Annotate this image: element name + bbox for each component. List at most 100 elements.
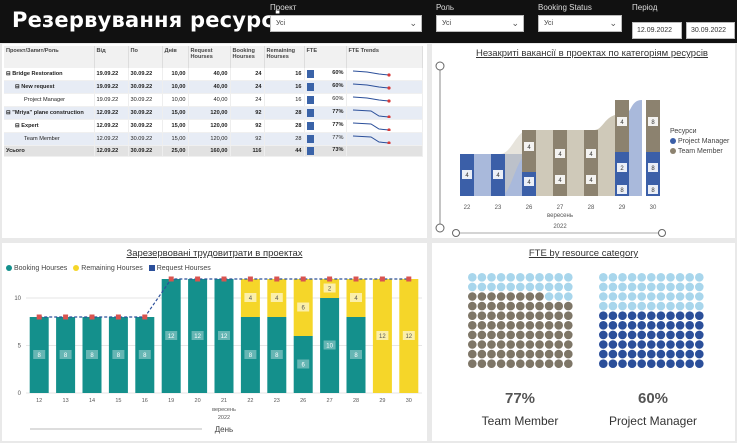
waffle-dot — [564, 273, 573, 282]
period-start-input[interactable]: 12.09.2022 — [632, 22, 682, 39]
waffle-dot — [525, 301, 535, 311]
request-marker[interactable] — [36, 314, 42, 320]
cell-to: 30.09.22 — [128, 145, 163, 158]
fte-value: 77% — [332, 135, 344, 141]
request-marker[interactable] — [274, 276, 280, 282]
waffle-dot — [506, 311, 515, 320]
col-header-fte[interactable]: FTE — [304, 46, 347, 68]
cell-fte-trend — [346, 132, 423, 146]
status-slicer: Booking Status Усі ⌄ — [538, 3, 622, 32]
period-end-input[interactable]: 30.09.2022 — [686, 22, 735, 39]
table-row[interactable]: ⊟ New request 19.09.22 30.09.22 10,00 40,00 2… — [4, 80, 423, 94]
request-marker[interactable] — [379, 276, 385, 282]
col-header-to[interactable]: По — [128, 46, 163, 68]
role-dropdown[interactable]: Усі ⌄ — [436, 15, 524, 32]
waffle-dot — [627, 349, 637, 359]
fte-bar-icon — [306, 109, 314, 117]
waffle-dot — [564, 301, 573, 311]
request-marker[interactable] — [63, 314, 69, 320]
cell-to: 30.09.22 — [128, 132, 163, 146]
request-marker[interactable] — [89, 314, 95, 320]
waffle-dot — [468, 340, 477, 349]
request-marker[interactable] — [353, 276, 359, 282]
waffle-dot — [627, 311, 637, 320]
waffle-dot — [666, 301, 675, 311]
waffle-dot — [608, 273, 618, 282]
cell-to: 30.09.22 — [128, 68, 163, 81]
waffle-dot — [506, 292, 515, 301]
status-dropdown[interactable]: Усі ⌄ — [538, 15, 622, 32]
booking-data-label: 12 — [168, 334, 175, 340]
header-bar: Резервування ресурсів Проект Усі ⌄ Роль … — [0, 0, 737, 43]
waffle-dot — [627, 301, 637, 311]
sankey-x-tick: 30 — [650, 205, 657, 211]
row-label: Team Member — [24, 136, 60, 142]
waffle-dot — [618, 321, 627, 330]
waffle-dot — [516, 321, 525, 330]
request-marker[interactable] — [300, 276, 306, 282]
waffle-dot — [544, 321, 554, 330]
sankey-x-tick: 26 — [526, 205, 533, 211]
waffle-dot — [695, 273, 704, 282]
project-dropdown-value: Усі — [276, 20, 286, 27]
table-row[interactable]: ⊟ Bridge Restoration 19.09.22 30.09.22 10,0… — [4, 68, 423, 81]
waffle-dot — [506, 359, 515, 368]
cell-book: 24 — [230, 93, 265, 107]
fte-sparkline — [352, 135, 391, 144]
request-marker[interactable] — [327, 276, 333, 282]
col-header-booking[interactable]: Booking Hourses — [230, 46, 265, 68]
request-marker[interactable] — [247, 276, 253, 282]
waffle-dot — [656, 292, 666, 301]
cell-book: 92 — [230, 106, 265, 120]
cell-book: 24 — [230, 80, 265, 94]
table-row[interactable]: ⊟ Expert 12.09.22 30.09.22 15,00 120,00 92 28 7… — [4, 119, 423, 133]
cell-to: 30.09.22 — [128, 119, 163, 133]
waffle-dot — [496, 311, 506, 320]
chevron-down-icon: ⌄ — [409, 18, 417, 28]
request-marker[interactable] — [168, 276, 174, 282]
chevron-down-icon: ⌄ — [609, 18, 617, 28]
col-header-remaining[interactable]: Remaining Hourses — [264, 46, 305, 68]
waffle-dot — [695, 301, 704, 311]
col-header-request[interactable]: Request Hourses — [188, 46, 231, 68]
waffle-dot — [564, 330, 573, 340]
fte-sparkline — [352, 70, 391, 77]
request-marker[interactable] — [406, 276, 412, 282]
sankey-legend-item-tm[interactable]: Team Member — [670, 148, 729, 155]
cell-name: ⊟ "Mriya" plane construction — [4, 106, 95, 120]
table-row[interactable]: Team Member 12.09.22 30.09.22 15,00 120,00 92… — [4, 132, 423, 146]
waffle-dot — [544, 301, 554, 311]
waffle-dot — [666, 340, 675, 349]
cell-fte: 77% — [304, 119, 347, 133]
row-label: Bridge Restoration — [12, 71, 63, 77]
fte-sparkline — [352, 96, 391, 103]
request-marker[interactable] — [221, 276, 227, 282]
matrix-header-row: Проект/Запит/Роль Від По Днів Request Ho… — [4, 46, 423, 68]
request-marker[interactable] — [115, 314, 121, 320]
waffle-dot — [564, 321, 573, 330]
waffle-dot — [496, 301, 506, 311]
table-row[interactable]: ⊟ "Mriya" plane construction 12.09.22 30.0… — [4, 106, 423, 120]
col-header-fte-trends[interactable]: FTE Trends — [346, 46, 423, 68]
waffle-dot — [647, 321, 656, 330]
waffle-dot — [675, 330, 685, 340]
waffle-dot — [554, 330, 563, 340]
fte-value: 77% — [332, 122, 344, 128]
col-header-from[interactable]: Від — [94, 46, 129, 68]
sankey-legend-item-pm[interactable]: Project Manager — [670, 138, 729, 145]
request-marker[interactable] — [142, 314, 148, 320]
col-header-project[interactable]: Проект/Запит/Роль — [4, 46, 95, 68]
project-dropdown[interactable]: Усі ⌄ — [270, 15, 422, 32]
cell-fte-trend — [346, 119, 423, 133]
waffle-dot — [506, 330, 515, 340]
total-row[interactable]: Усього 12.09.22 30.09.22 25,00 160,00 116 44 73… — [4, 145, 423, 158]
col-header-days[interactable]: Днів — [162, 46, 189, 68]
waffle-dot — [468, 349, 477, 359]
remaining-data-label: 12 — [405, 334, 412, 340]
request-marker[interactable] — [195, 276, 201, 282]
waffle-dot — [487, 359, 496, 368]
fte-bar-icon — [306, 83, 314, 91]
waffle-dot — [525, 359, 535, 368]
waffle-dot — [656, 311, 666, 320]
table-row[interactable]: Project Manager 19.09.22 30.09.22 10,00 40,0… — [4, 93, 423, 107]
